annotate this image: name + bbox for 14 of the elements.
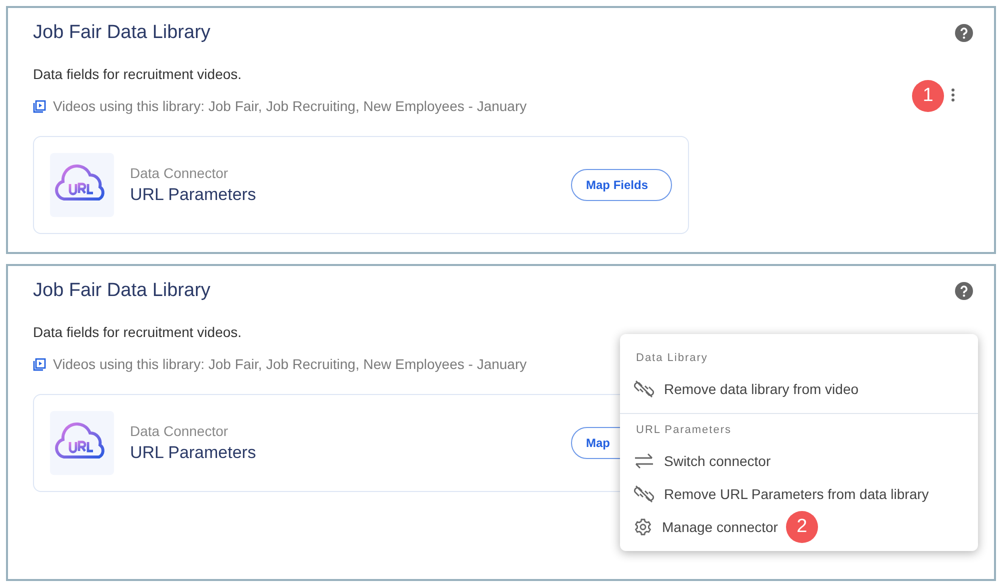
videos-list: Videos using this library: Job Fair, Job Recruiting, New Employees - January [53,356,527,372]
connector-name: URL Parameters [130,443,257,463]
library-title: Job Fair Data Library [33,280,210,302]
videos-list: Videos using this library: Job Fair, Job Recruiting, New Employees - January [53,98,527,114]
callout-badge: 1 [912,80,944,112]
library-description: Data fields for recruitment videos. [33,324,242,340]
connector-label: Data Connector [130,423,230,439]
menu-section-heading: URL Parameters [635,424,733,438]
connector-name: URL Parameters [130,185,257,205]
connector-label: Data Connector [130,165,230,181]
callout-badge: 2 [786,510,818,542]
library-title: Job Fair Data Library [33,22,210,44]
library-description: Data fields for recruitment videos. [33,66,242,82]
menu-section-heading: Data Library [635,352,709,366]
